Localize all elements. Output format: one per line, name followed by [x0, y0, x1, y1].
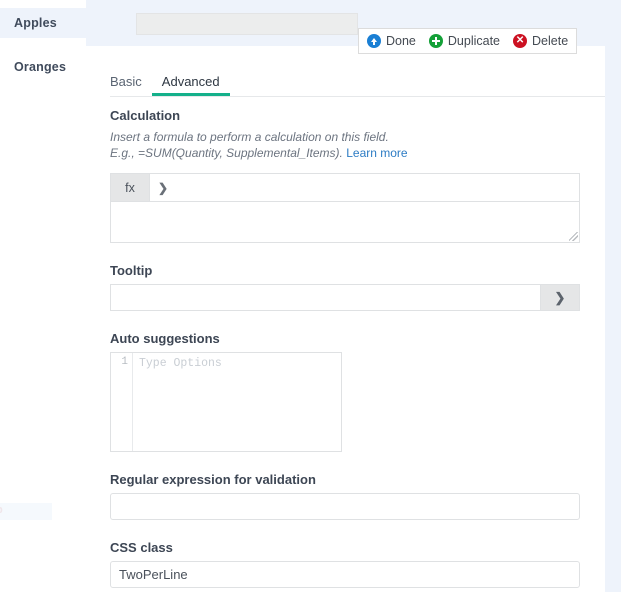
- tab-divider: [110, 96, 605, 97]
- calculation-hint-example: E.g., =SUM(Quantity, Supplemental_Items)…: [110, 146, 343, 160]
- tooltip-input[interactable]: [110, 284, 540, 311]
- duplicate-button[interactable]: Duplicate: [428, 34, 501, 48]
- editor-placeholder-text: Type Options: [139, 357, 222, 370]
- editor-line-numbers: 1: [111, 353, 133, 451]
- fx-chevron-glyph: ❯: [157, 180, 169, 195]
- sidebar-item-partial-label: p: [0, 504, 3, 516]
- formula-textarea-wrap: [110, 201, 580, 243]
- tab-basic-label: Basic: [110, 74, 142, 89]
- auto-suggestions-label: Auto suggestions: [110, 331, 220, 346]
- app-root: Apples Oranges p Done Duplicate ✕ Delete: [0, 0, 621, 592]
- formula-toolbar: fx ❯: [110, 173, 580, 201]
- auto-suggestions-section: Auto suggestions 1 Type Options: [110, 331, 588, 452]
- sidebar: Apples Oranges p: [0, 0, 86, 592]
- calculation-section: Calculation Insert a formula to perform …: [110, 108, 588, 243]
- fx-button-label: fx: [125, 180, 135, 195]
- page-right-margin: [605, 0, 621, 592]
- regex-input[interactable]: [110, 493, 580, 520]
- sidebar-item-label: Apples: [14, 16, 57, 30]
- tooltip-row: ❯: [110, 284, 580, 311]
- chevron-right-icon[interactable]: ❯: [150, 174, 176, 201]
- sidebar-item-apples[interactable]: Apples: [0, 8, 86, 38]
- css-class-input[interactable]: [110, 561, 580, 588]
- auto-suggestions-editor[interactable]: 1 Type Options: [110, 352, 342, 452]
- circle-plus-icon: [428, 34, 443, 48]
- action-toolbar: Done Duplicate ✕ Delete: [358, 28, 578, 54]
- calculation-hint-line-2: E.g., =SUM(Quantity, Supplemental_Items)…: [110, 145, 588, 161]
- delete-button[interactable]: ✕ Delete: [513, 34, 568, 48]
- tab-bar: Basic Advanced: [86, 66, 605, 96]
- editor-placeholder: Type Options: [133, 353, 341, 451]
- learn-more-link[interactable]: Learn more: [346, 146, 407, 160]
- sidebar-item-partial[interactable]: p: [0, 503, 52, 520]
- done-button[interactable]: Done: [367, 34, 416, 48]
- advanced-form: Calculation Insert a formula to perform …: [110, 108, 588, 588]
- fx-button[interactable]: fx: [111, 174, 150, 201]
- tab-advanced-label: Advanced: [161, 74, 220, 89]
- css-class-section: CSS class: [110, 540, 588, 588]
- formula-textarea[interactable]: [111, 202, 579, 242]
- tooltip-section: Tooltip ❯: [110, 263, 588, 311]
- formula-control: fx ❯: [110, 173, 580, 243]
- tooltip-expand-button[interactable]: ❯: [540, 284, 580, 311]
- calculation-hint-line-1: Insert a formula to perform a calculatio…: [110, 130, 389, 144]
- tooltip-label: Tooltip: [110, 263, 153, 278]
- css-class-label: CSS class: [110, 540, 173, 555]
- tab-basic[interactable]: Basic: [100, 74, 152, 96]
- calculation-title: Calculation: [110, 108, 181, 123]
- chevron-right-icon: ❯: [554, 289, 566, 305]
- regex-label: Regular expression for validation: [110, 472, 316, 487]
- tab-advanced[interactable]: Advanced: [151, 74, 230, 96]
- delete-button-label: Delete: [532, 34, 569, 48]
- field-title-input[interactable]: [136, 13, 358, 35]
- done-button-label: Done: [386, 34, 416, 48]
- regex-section: Regular expression for validation: [110, 472, 588, 520]
- editor-line-number: 1: [121, 356, 128, 368]
- duplicate-button-label: Duplicate: [447, 34, 501, 48]
- sidebar-item-label: Oranges: [14, 60, 67, 74]
- sidebar-item-oranges[interactable]: Oranges: [0, 52, 86, 82]
- circle-up-arrow-icon: [367, 34, 381, 48]
- settings-panel: Basic Advanced Calculation Insert a form…: [86, 46, 605, 592]
- circle-x-glyph: ✕: [515, 35, 525, 46]
- circle-x-icon: ✕: [513, 34, 528, 48]
